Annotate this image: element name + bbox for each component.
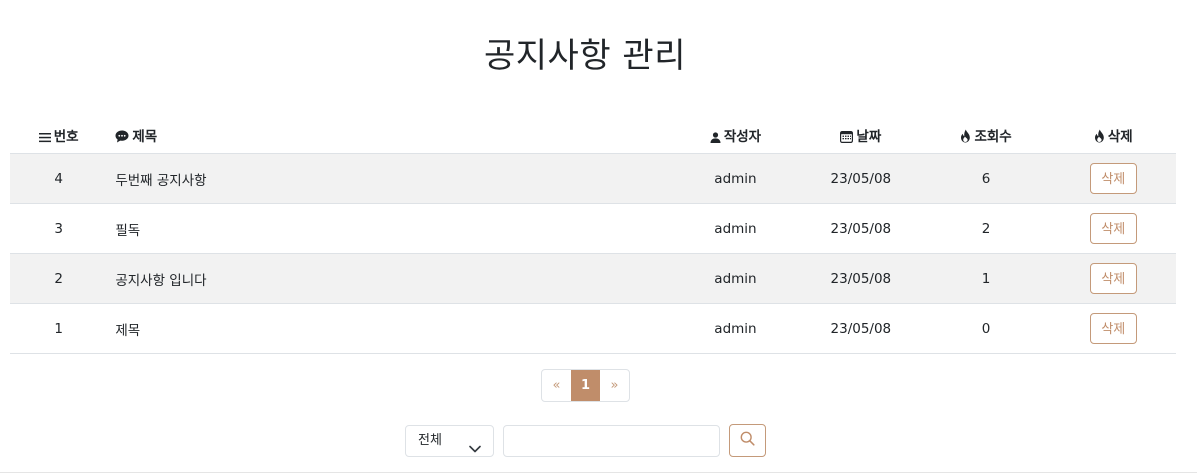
table-row: 1 제목 admin 23/05/08 0 삭제 [10, 303, 1176, 354]
table-row: 3 필독 admin 23/05/08 2 삭제 [10, 203, 1176, 254]
header-title: 제목 [107, 118, 671, 154]
search-type-select[interactable]: 전체 [405, 425, 494, 457]
footer-divider [0, 472, 1197, 473]
table-row: 2 공지사항 입니다 admin 23/05/08 1 삭제 [10, 253, 1176, 304]
fire-icon [960, 129, 971, 147]
header-delete-label: 삭제 [1107, 128, 1133, 145]
row-title-link[interactable]: 공지사항 입니다 [107, 253, 671, 304]
header-views: 조회수 [921, 118, 1051, 154]
header-date-label: 날짜 [856, 128, 882, 145]
row-delete-cell: 삭제 [1050, 303, 1176, 354]
row-number: 2 [10, 253, 108, 304]
row-title-link[interactable]: 제목 [107, 303, 671, 354]
search-type-selected: 전체 [418, 433, 442, 448]
delete-button[interactable]: 삭제 [1089, 263, 1137, 294]
notice-table: 번호 제목 작성자 날짜 조회수 삭제 4 두번째 공지사항 admin 23/… [10, 118, 1176, 354]
header-views-label: 조회수 [974, 128, 1012, 145]
search-button[interactable] [729, 424, 766, 457]
header-number-label: 번호 [53, 128, 79, 145]
pagination-page-current[interactable]: 1 [571, 370, 600, 401]
row-delete-cell: 삭제 [1050, 153, 1176, 204]
header-delete: 삭제 [1050, 118, 1176, 154]
row-date: 23/05/08 [800, 203, 922, 254]
pagination-next[interactable]: » [600, 370, 629, 401]
fire-icon [1094, 129, 1105, 147]
row-date: 23/05/08 [800, 153, 922, 204]
row-delete-cell: 삭제 [1050, 203, 1176, 254]
row-author: admin [670, 303, 801, 354]
page-title: 공지사항 관리 [484, 36, 686, 76]
row-title-link[interactable]: 두번째 공지사항 [107, 153, 671, 204]
header-title-label: 제목 [132, 128, 158, 145]
row-views: 6 [921, 153, 1051, 204]
person-icon [710, 131, 721, 147]
header-date: 날짜 [800, 118, 922, 154]
row-date: 23/05/08 [800, 253, 922, 304]
row-title-link[interactable]: 필독 [107, 203, 671, 254]
row-number: 3 [10, 203, 108, 254]
row-date: 23/05/08 [800, 303, 922, 354]
row-delete-cell: 삭제 [1050, 253, 1176, 304]
pagination-prev[interactable]: « [542, 370, 571, 401]
search-icon [740, 431, 755, 450]
row-author: admin [670, 253, 801, 304]
list-icon [38, 131, 51, 147]
row-number: 4 [10, 153, 108, 204]
table-header-row: 번호 제목 작성자 날짜 조회수 삭제 [10, 118, 1176, 154]
header-number: 번호 [10, 118, 108, 154]
header-author-label: 작성자 [723, 128, 762, 145]
delete-button[interactable]: 삭제 [1089, 213, 1137, 244]
header-author: 작성자 [670, 118, 801, 154]
row-views: 0 [921, 303, 1051, 354]
row-views: 1 [921, 253, 1051, 304]
table-row: 4 두번째 공지사항 admin 23/05/08 6 삭제 [10, 153, 1176, 204]
delete-button[interactable]: 삭제 [1089, 313, 1137, 344]
row-author: admin [670, 203, 801, 254]
row-author: admin [670, 153, 801, 204]
chevron-down-icon [469, 435, 481, 465]
row-views: 2 [921, 203, 1051, 254]
row-number: 1 [10, 303, 108, 354]
chat-bubble-icon [115, 130, 129, 147]
calendar-icon [840, 130, 854, 147]
delete-button[interactable]: 삭제 [1089, 163, 1137, 194]
pagination: « 1 » [541, 369, 630, 402]
search-input[interactable] [503, 425, 720, 457]
